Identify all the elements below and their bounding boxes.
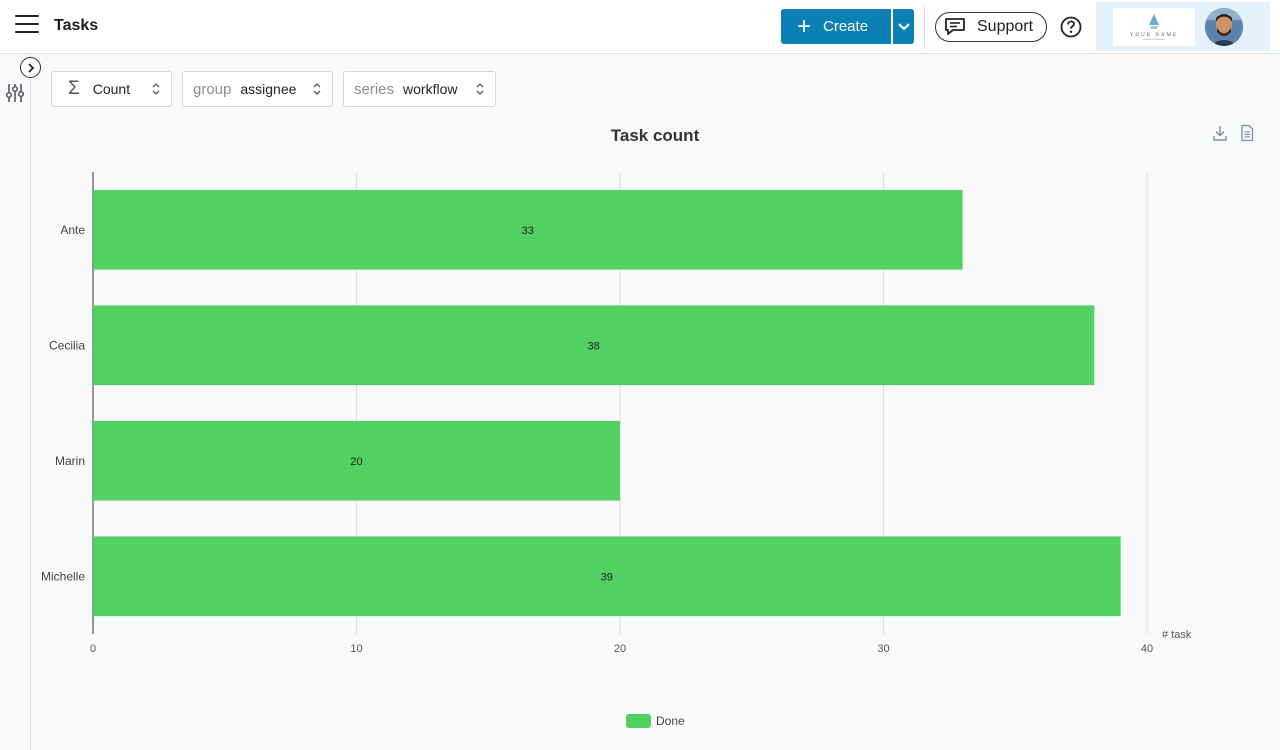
x-tick-label: 0 (90, 643, 96, 655)
x-axis-label: # task (1162, 629, 1192, 641)
x-tick-label: 40 (1141, 643, 1153, 655)
x-tick-label: 10 (350, 643, 362, 655)
y-tick-label: Marin (55, 454, 85, 468)
bar-value-label: 33 (522, 225, 534, 237)
expand-panel-button[interactable] (20, 57, 41, 78)
bar-chart: 0 10 20 30 40 # task 33 Ante 38 Cecilia 20 Marin 39 M… (41, 172, 1192, 655)
y-tick-label: Cecilia (49, 338, 85, 352)
bar-value-label: 38 (588, 340, 600, 352)
legend-item-done[interactable]: Done (626, 714, 685, 728)
bar-value-label: 39 (601, 571, 613, 583)
legend-label: Done (656, 714, 685, 728)
bar-value-label: 20 (350, 456, 362, 468)
chevron-right-icon (27, 62, 34, 73)
y-tick-label: Michelle (41, 569, 85, 583)
legend-swatch (626, 714, 651, 728)
x-tick-label: 30 (877, 643, 889, 655)
y-tick-label: Ante (60, 223, 85, 237)
x-tick-label: 20 (614, 643, 626, 655)
